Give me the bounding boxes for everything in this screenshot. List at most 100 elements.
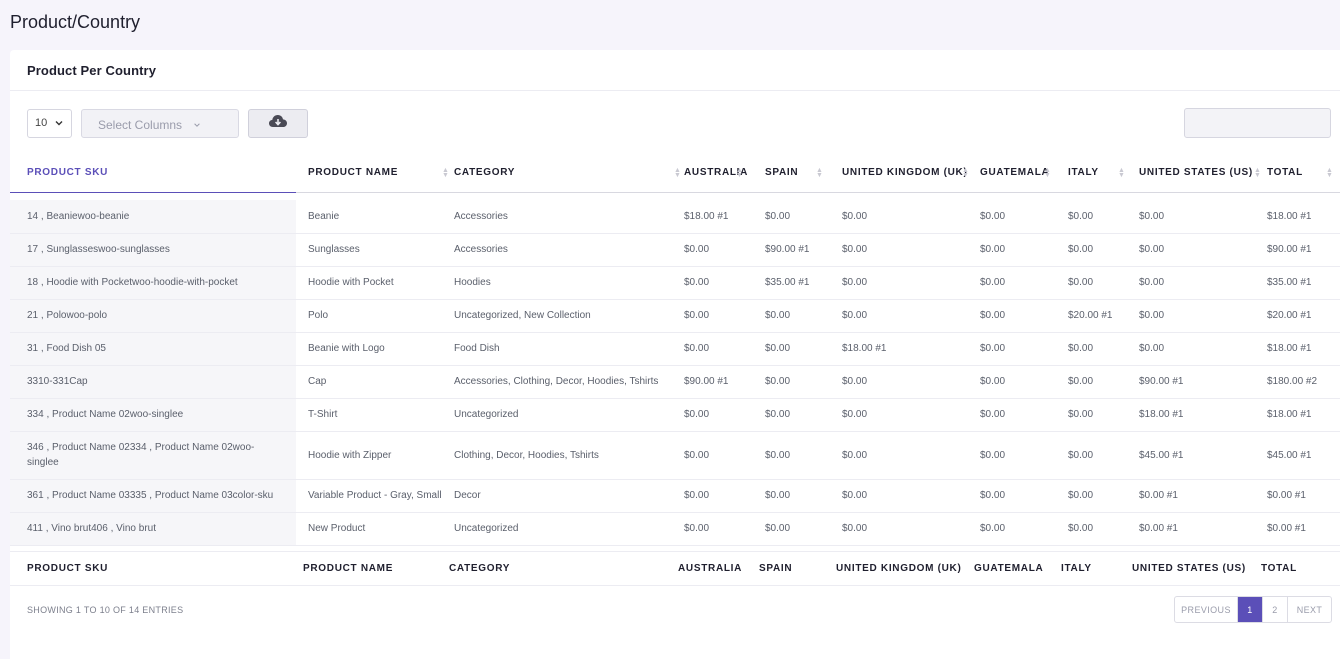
table-cell: $0.00 xyxy=(977,479,1065,513)
select-columns-label: Select Columns xyxy=(98,118,183,132)
column-header-8[interactable]: ITALY ▲ ▼ xyxy=(1065,154,1136,193)
column-header-10[interactable]: TOTAL ▲ ▼ xyxy=(1264,154,1340,193)
table-cell: $0.00 xyxy=(762,431,839,480)
table-cell: $0.00 xyxy=(977,365,1065,399)
footer-column-header-4: AUSTRALIA xyxy=(676,551,758,586)
column-header-4[interactable]: AUSTRALIA ▲ ▼ xyxy=(680,154,762,193)
table-cell: $0.00 xyxy=(977,299,1065,333)
table-cell: $0.00 xyxy=(977,266,1065,300)
select-columns-dropdown[interactable]: Select Columns xyxy=(81,109,239,138)
sort-arrows-icon: ▲ ▼ xyxy=(1044,167,1052,179)
pagination-page-2[interactable]: 2 xyxy=(1263,597,1288,622)
table-cell: $35.00 #1 xyxy=(762,266,839,300)
column-header-9[interactable]: UNITED STATES (US) ▲ ▼ xyxy=(1136,154,1264,193)
table-cell: Uncategorized xyxy=(452,512,680,546)
table-cell: Clothing, Decor, Hoodies, Tshirts xyxy=(452,431,680,480)
table-cell: $0.00 xyxy=(977,512,1065,546)
table-cell: $0.00 xyxy=(680,233,762,267)
table-cell: $0.00 xyxy=(839,200,977,234)
sort-arrows-icon: ▲ ▼ xyxy=(442,167,450,179)
table-cell: Accessories, Clothing, Decor, Hoodies, T… xyxy=(452,365,680,399)
table-cell: $0.00 xyxy=(680,266,762,300)
column-header-1[interactable]: PRODUCT SKU xyxy=(10,154,296,193)
table-cell: $0.00 xyxy=(839,266,977,300)
table-cell: $20.00 #1 xyxy=(1264,299,1340,333)
page-length-select[interactable]: 10 xyxy=(27,109,72,138)
sort-arrows-icon: ▲ ▼ xyxy=(1326,167,1334,179)
table-cell: Accessories xyxy=(452,233,680,267)
table-cell: $0.00 xyxy=(977,332,1065,366)
pagination-next[interactable]: NEXT xyxy=(1288,597,1331,622)
table-cell: $0.00 xyxy=(1136,299,1264,333)
table-row[interactable]: 18 , Hoodie with Pocketwoo-hoodie-with-p… xyxy=(10,266,1340,300)
table-cell: Cap xyxy=(296,365,452,399)
table-row[interactable]: 346 , Product Name 02334 , Product Name … xyxy=(10,431,1340,480)
footer-column-header-9: UNITED STATES (US) xyxy=(1131,551,1260,586)
column-header-5[interactable]: SPAIN ▲ ▼ xyxy=(762,154,839,193)
table-cell: $90.00 #1 xyxy=(680,365,762,399)
table-cell: 346 , Product Name 02334 , Product Name … xyxy=(10,431,296,480)
table-body: 14 , Beaniewoo-beanie Beanie Accessories $1… xyxy=(10,192,1340,546)
table-cell: $0.00 xyxy=(1065,266,1136,300)
table-cell: $0.00 xyxy=(1136,266,1264,300)
table-cell: $0.00 xyxy=(839,512,977,546)
table-cell: $0.00 xyxy=(680,512,762,546)
sort-arrows-icon: ▲ ▼ xyxy=(962,167,970,179)
sort-arrows-icon: ▲ ▼ xyxy=(1118,167,1126,179)
table-row[interactable]: 31 , Food Dish 05 Beanie with Logo Food Di… xyxy=(10,332,1340,366)
table-cell: $0.00 xyxy=(762,365,839,399)
table-footer-row: PRODUCT SKU PRODUCT NAME CATEGORY AUSTRALIA… xyxy=(10,551,1340,586)
column-header-label: SPAIN xyxy=(765,167,799,179)
table-row[interactable]: 17 , Sunglasseswoo-sunglasses Sunglasses A… xyxy=(10,233,1340,267)
table-row[interactable]: 411 , Vino brut406 , Vino brut New Produc… xyxy=(10,512,1340,546)
table-cell: $0.00 xyxy=(839,479,977,513)
table-cell: $0.00 #1 xyxy=(1264,479,1340,513)
table-cell: 18 , Hoodie with Pocketwoo-hoodie-with-p… xyxy=(10,266,296,300)
page-title: Product/Country xyxy=(10,12,141,32)
footer-column-header-2: PRODUCT NAME xyxy=(292,551,448,586)
table-cell: Hoodies xyxy=(452,266,680,300)
cloud-download-icon xyxy=(268,113,288,134)
search-input[interactable] xyxy=(1184,108,1331,138)
footer-column-header-8: ITALY xyxy=(1060,551,1131,586)
table-cell: $0.00 xyxy=(977,233,1065,267)
table-cell: $0.00 xyxy=(762,299,839,333)
table-cell: T-Shirt xyxy=(296,398,452,432)
column-header-7[interactable]: GUATEMALA ▲ ▼ xyxy=(977,154,1065,193)
card-title: Product Per Country xyxy=(27,63,157,78)
table-cell: 3310-331Cap xyxy=(10,365,296,399)
table-cell: 361 , Product Name 03335 , Product Name … xyxy=(10,479,296,513)
export-download-button[interactable] xyxy=(248,109,308,138)
table-cell: $0.00 #1 xyxy=(1136,479,1264,513)
table-row[interactable]: 334 , Product Name 02woo-singlee T-Shirt U… xyxy=(10,398,1340,432)
table-cell: $0.00 xyxy=(1065,200,1136,234)
table-cell: $0.00 xyxy=(680,299,762,333)
table-cell: Accessories xyxy=(452,200,680,234)
table-cell: $0.00 xyxy=(839,233,977,267)
table-cell: 31 , Food Dish 05 xyxy=(10,332,296,366)
pagination-previous[interactable]: PREVIOUS xyxy=(1175,597,1238,622)
pagination-page-1[interactable]: 1 xyxy=(1238,597,1263,622)
table-cell: $0.00 xyxy=(1065,365,1136,399)
table-cell: $0.00 xyxy=(680,332,762,366)
table-cell: $0.00 xyxy=(839,398,977,432)
data-table: PRODUCT SKU PRODUCT NAME ▲ ▼ CATEGORY ▲ ▼ AUSTR… xyxy=(10,154,1340,546)
table-cell: New Product xyxy=(296,512,452,546)
table-cell: $18.00 #1 xyxy=(1136,398,1264,432)
column-header-6[interactable]: UNITED KINGDOM (UK) ▲ ▼ xyxy=(839,154,977,193)
table-cell: $18.00 #1 xyxy=(1264,332,1340,366)
table-row[interactable]: 3310-331Cap Cap Accessories, Clothing, Dec… xyxy=(10,365,1340,399)
table-row[interactable]: 361 , Product Name 03335 , Product Name … xyxy=(10,479,1340,513)
table-row[interactable]: 21 , Polowoo-polo Polo Uncategorized, New … xyxy=(10,299,1340,333)
chevron-down-icon xyxy=(54,118,64,131)
column-header-3[interactable]: CATEGORY ▲ ▼ xyxy=(452,154,680,193)
table-cell: $0.00 xyxy=(1136,233,1264,267)
table-cell: $0.00 xyxy=(1136,200,1264,234)
table-cell: Hoodie with Zipper xyxy=(296,431,452,480)
table-cell: $20.00 #1 xyxy=(1065,299,1136,333)
sort-arrows-icon: ▲ ▼ xyxy=(736,167,744,179)
table-cell: $45.00 #1 xyxy=(1136,431,1264,480)
table-cell: $0.00 xyxy=(839,299,977,333)
column-header-2[interactable]: PRODUCT NAME ▲ ▼ xyxy=(296,154,452,193)
table-row[interactable]: 14 , Beaniewoo-beanie Beanie Accessories $1… xyxy=(10,200,1340,234)
